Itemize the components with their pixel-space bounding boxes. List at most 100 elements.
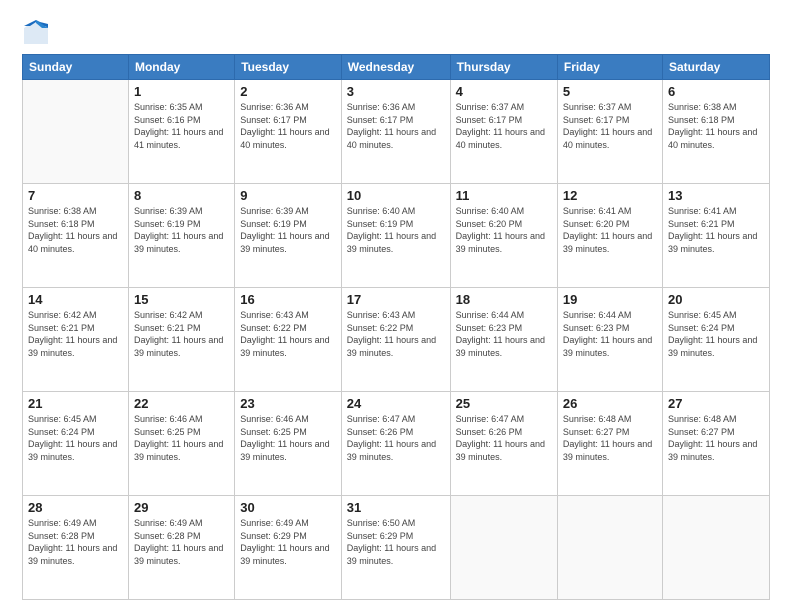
day-number: 9 bbox=[240, 188, 336, 203]
calendar-cell: 25 Sunrise: 6:47 AM Sunset: 6:26 PM Dayl… bbox=[450, 392, 557, 496]
calendar-table: SundayMondayTuesdayWednesdayThursdayFrid… bbox=[22, 54, 770, 600]
logo-icon bbox=[22, 18, 50, 46]
day-number: 5 bbox=[563, 84, 657, 99]
weekday-header: Friday bbox=[557, 55, 662, 80]
day-info: Sunrise: 6:35 AM Sunset: 6:16 PM Dayligh… bbox=[134, 102, 223, 150]
day-info: Sunrise: 6:38 AM Sunset: 6:18 PM Dayligh… bbox=[28, 206, 117, 254]
day-number: 20 bbox=[668, 292, 764, 307]
day-number: 3 bbox=[347, 84, 445, 99]
day-number: 12 bbox=[563, 188, 657, 203]
calendar-cell bbox=[557, 496, 662, 600]
calendar-cell: 3 Sunrise: 6:36 AM Sunset: 6:17 PM Dayli… bbox=[341, 80, 450, 184]
day-number: 14 bbox=[28, 292, 123, 307]
calendar-cell: 21 Sunrise: 6:45 AM Sunset: 6:24 PM Dayl… bbox=[23, 392, 129, 496]
day-number: 30 bbox=[240, 500, 336, 515]
day-info: Sunrise: 6:45 AM Sunset: 6:24 PM Dayligh… bbox=[28, 414, 117, 462]
day-number: 6 bbox=[668, 84, 764, 99]
day-info: Sunrise: 6:42 AM Sunset: 6:21 PM Dayligh… bbox=[28, 310, 117, 358]
day-number: 1 bbox=[134, 84, 229, 99]
calendar-cell: 2 Sunrise: 6:36 AM Sunset: 6:17 PM Dayli… bbox=[235, 80, 342, 184]
day-number: 23 bbox=[240, 396, 336, 411]
calendar-row: 1 Sunrise: 6:35 AM Sunset: 6:16 PM Dayli… bbox=[23, 80, 770, 184]
calendar-cell: 12 Sunrise: 6:41 AM Sunset: 6:20 PM Dayl… bbox=[557, 184, 662, 288]
calendar-cell: 29 Sunrise: 6:49 AM Sunset: 6:28 PM Dayl… bbox=[128, 496, 234, 600]
calendar-cell: 18 Sunrise: 6:44 AM Sunset: 6:23 PM Dayl… bbox=[450, 288, 557, 392]
day-info: Sunrise: 6:44 AM Sunset: 6:23 PM Dayligh… bbox=[563, 310, 652, 358]
day-number: 18 bbox=[456, 292, 552, 307]
calendar-cell: 4 Sunrise: 6:37 AM Sunset: 6:17 PM Dayli… bbox=[450, 80, 557, 184]
calendar-cell bbox=[450, 496, 557, 600]
day-info: Sunrise: 6:37 AM Sunset: 6:17 PM Dayligh… bbox=[456, 102, 545, 150]
day-info: Sunrise: 6:43 AM Sunset: 6:22 PM Dayligh… bbox=[347, 310, 436, 358]
weekday-header: Tuesday bbox=[235, 55, 342, 80]
calendar-cell: 28 Sunrise: 6:49 AM Sunset: 6:28 PM Dayl… bbox=[23, 496, 129, 600]
day-info: Sunrise: 6:37 AM Sunset: 6:17 PM Dayligh… bbox=[563, 102, 652, 150]
day-number: 4 bbox=[456, 84, 552, 99]
weekday-header: Saturday bbox=[662, 55, 769, 80]
calendar-cell: 8 Sunrise: 6:39 AM Sunset: 6:19 PM Dayli… bbox=[128, 184, 234, 288]
day-number: 11 bbox=[456, 188, 552, 203]
day-number: 25 bbox=[456, 396, 552, 411]
day-info: Sunrise: 6:46 AM Sunset: 6:25 PM Dayligh… bbox=[240, 414, 329, 462]
calendar-cell: 16 Sunrise: 6:43 AM Sunset: 6:22 PM Dayl… bbox=[235, 288, 342, 392]
day-number: 19 bbox=[563, 292, 657, 307]
day-number: 2 bbox=[240, 84, 336, 99]
calendar-cell: 1 Sunrise: 6:35 AM Sunset: 6:16 PM Dayli… bbox=[128, 80, 234, 184]
day-info: Sunrise: 6:39 AM Sunset: 6:19 PM Dayligh… bbox=[134, 206, 223, 254]
day-number: 17 bbox=[347, 292, 445, 307]
day-info: Sunrise: 6:41 AM Sunset: 6:21 PM Dayligh… bbox=[668, 206, 757, 254]
weekday-header: Wednesday bbox=[341, 55, 450, 80]
day-number: 16 bbox=[240, 292, 336, 307]
day-number: 15 bbox=[134, 292, 229, 307]
page: SundayMondayTuesdayWednesdayThursdayFrid… bbox=[0, 0, 792, 612]
calendar-cell: 17 Sunrise: 6:43 AM Sunset: 6:22 PM Dayl… bbox=[341, 288, 450, 392]
header bbox=[22, 18, 770, 46]
calendar-cell: 15 Sunrise: 6:42 AM Sunset: 6:21 PM Dayl… bbox=[128, 288, 234, 392]
day-info: Sunrise: 6:40 AM Sunset: 6:19 PM Dayligh… bbox=[347, 206, 436, 254]
calendar-cell bbox=[23, 80, 129, 184]
day-info: Sunrise: 6:43 AM Sunset: 6:22 PM Dayligh… bbox=[240, 310, 329, 358]
day-number: 13 bbox=[668, 188, 764, 203]
calendar-cell: 9 Sunrise: 6:39 AM Sunset: 6:19 PM Dayli… bbox=[235, 184, 342, 288]
day-number: 24 bbox=[347, 396, 445, 411]
day-info: Sunrise: 6:36 AM Sunset: 6:17 PM Dayligh… bbox=[240, 102, 329, 150]
day-number: 28 bbox=[28, 500, 123, 515]
day-info: Sunrise: 6:48 AM Sunset: 6:27 PM Dayligh… bbox=[563, 414, 652, 462]
day-info: Sunrise: 6:39 AM Sunset: 6:19 PM Dayligh… bbox=[240, 206, 329, 254]
calendar-header: SundayMondayTuesdayWednesdayThursdayFrid… bbox=[23, 55, 770, 80]
calendar-row: 14 Sunrise: 6:42 AM Sunset: 6:21 PM Dayl… bbox=[23, 288, 770, 392]
calendar-row: 28 Sunrise: 6:49 AM Sunset: 6:28 PM Dayl… bbox=[23, 496, 770, 600]
day-info: Sunrise: 6:49 AM Sunset: 6:29 PM Dayligh… bbox=[240, 518, 329, 566]
day-number: 29 bbox=[134, 500, 229, 515]
calendar-cell: 7 Sunrise: 6:38 AM Sunset: 6:18 PM Dayli… bbox=[23, 184, 129, 288]
day-info: Sunrise: 6:40 AM Sunset: 6:20 PM Dayligh… bbox=[456, 206, 545, 254]
calendar-cell: 30 Sunrise: 6:49 AM Sunset: 6:29 PM Dayl… bbox=[235, 496, 342, 600]
day-number: 26 bbox=[563, 396, 657, 411]
day-number: 21 bbox=[28, 396, 123, 411]
day-info: Sunrise: 6:46 AM Sunset: 6:25 PM Dayligh… bbox=[134, 414, 223, 462]
day-info: Sunrise: 6:44 AM Sunset: 6:23 PM Dayligh… bbox=[456, 310, 545, 358]
day-number: 10 bbox=[347, 188, 445, 203]
calendar-cell: 22 Sunrise: 6:46 AM Sunset: 6:25 PM Dayl… bbox=[128, 392, 234, 496]
calendar-cell: 23 Sunrise: 6:46 AM Sunset: 6:25 PM Dayl… bbox=[235, 392, 342, 496]
calendar-cell: 27 Sunrise: 6:48 AM Sunset: 6:27 PM Dayl… bbox=[662, 392, 769, 496]
day-number: 7 bbox=[28, 188, 123, 203]
day-info: Sunrise: 6:41 AM Sunset: 6:20 PM Dayligh… bbox=[563, 206, 652, 254]
calendar-cell: 31 Sunrise: 6:50 AM Sunset: 6:29 PM Dayl… bbox=[341, 496, 450, 600]
calendar-cell: 26 Sunrise: 6:48 AM Sunset: 6:27 PM Dayl… bbox=[557, 392, 662, 496]
day-info: Sunrise: 6:50 AM Sunset: 6:29 PM Dayligh… bbox=[347, 518, 436, 566]
day-number: 22 bbox=[134, 396, 229, 411]
calendar-cell: 19 Sunrise: 6:44 AM Sunset: 6:23 PM Dayl… bbox=[557, 288, 662, 392]
day-number: 31 bbox=[347, 500, 445, 515]
day-info: Sunrise: 6:49 AM Sunset: 6:28 PM Dayligh… bbox=[134, 518, 223, 566]
calendar-cell: 6 Sunrise: 6:38 AM Sunset: 6:18 PM Dayli… bbox=[662, 80, 769, 184]
day-info: Sunrise: 6:42 AM Sunset: 6:21 PM Dayligh… bbox=[134, 310, 223, 358]
day-info: Sunrise: 6:47 AM Sunset: 6:26 PM Dayligh… bbox=[347, 414, 436, 462]
calendar-row: 21 Sunrise: 6:45 AM Sunset: 6:24 PM Dayl… bbox=[23, 392, 770, 496]
day-number: 8 bbox=[134, 188, 229, 203]
calendar-cell: 5 Sunrise: 6:37 AM Sunset: 6:17 PM Dayli… bbox=[557, 80, 662, 184]
header-row: SundayMondayTuesdayWednesdayThursdayFrid… bbox=[23, 55, 770, 80]
calendar-row: 7 Sunrise: 6:38 AM Sunset: 6:18 PM Dayli… bbox=[23, 184, 770, 288]
calendar-cell: 20 Sunrise: 6:45 AM Sunset: 6:24 PM Dayl… bbox=[662, 288, 769, 392]
calendar-body: 1 Sunrise: 6:35 AM Sunset: 6:16 PM Dayli… bbox=[23, 80, 770, 600]
